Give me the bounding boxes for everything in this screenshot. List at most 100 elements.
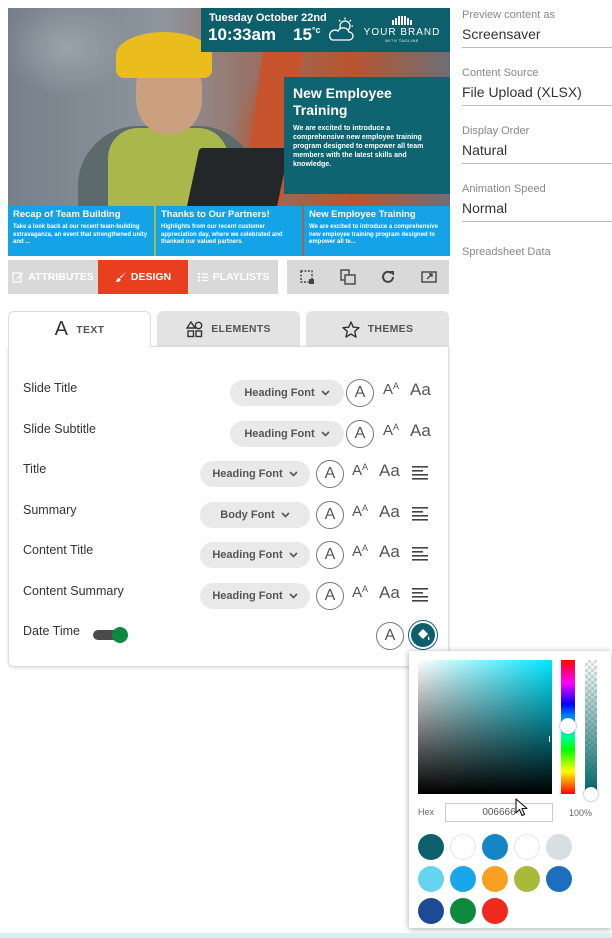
color-swatch[interactable]: [418, 866, 444, 892]
font-select[interactable]: Body Font: [200, 502, 310, 528]
text-align-icon[interactable]: [412, 507, 428, 521]
text-color-button[interactable]: A: [316, 460, 344, 488]
text-color-button[interactable]: A: [316, 541, 344, 569]
hue-knob[interactable]: [560, 718, 576, 734]
size-a-small: A: [393, 381, 400, 391]
font-select-value: Body Font: [220, 509, 275, 521]
row-label: Date Time: [23, 624, 80, 638]
color-swatch[interactable]: [450, 866, 476, 892]
color-swatch[interactable]: [450, 898, 476, 924]
text-color-button[interactable]: A: [346, 420, 374, 448]
saturation-value-area[interactable]: [418, 660, 552, 794]
text-row-title: Title Heading Font A AA Aa: [9, 458, 450, 488]
font-select-value: Heading Font: [212, 549, 283, 561]
tab-elements-label: ELEMENTS: [211, 323, 271, 335]
swatch-grid: [418, 834, 608, 924]
fullscreen-button[interactable]: [418, 266, 440, 288]
font-select[interactable]: Heading Font: [230, 380, 344, 406]
font-size-button[interactable]: AA: [352, 543, 368, 560]
alpha-knob[interactable]: [584, 787, 598, 801]
text-align-icon[interactable]: [412, 466, 428, 480]
tile-title: New Employee Training: [309, 209, 416, 220]
sv-cursor[interactable]: [549, 736, 553, 742]
brand-tagline: WITH TAGLINE: [384, 38, 420, 43]
size-a-small: A: [362, 503, 369, 513]
brand-name: YOUR BRAND: [363, 27, 441, 38]
color-swatch[interactable]: [546, 834, 572, 860]
list-icon: [197, 273, 208, 282]
tab-text[interactable]: A TEXT: [8, 311, 151, 347]
expand-icon: [421, 271, 437, 283]
color-swatch[interactable]: [482, 834, 508, 860]
font-select[interactable]: Heading Font: [200, 542, 310, 568]
color-swatch[interactable]: [514, 834, 540, 860]
color-swatch[interactable]: [418, 898, 444, 924]
attributes-button[interactable]: ATTRIBUTES: [8, 260, 98, 294]
font-size-button[interactable]: AA: [383, 381, 399, 398]
tile-text: We are excited to introduce a comprehens…: [309, 224, 438, 245]
text-row-slide-subtitle: Slide Subtitle Heading Font A AA Aa: [9, 418, 450, 448]
weather-cloud-sun-icon: [328, 17, 354, 41]
text-row-content-title: Content Title Heading Font A AA Aa: [9, 539, 450, 569]
row-label: Summary: [23, 503, 77, 517]
color-swatch[interactable]: [418, 834, 444, 860]
toggle-knob: [112, 627, 128, 643]
field-label: Animation Speed: [462, 183, 546, 195]
font-size-button[interactable]: AA: [352, 503, 368, 520]
playlists-button[interactable]: PLAYLISTS: [188, 260, 278, 294]
text-color-button[interactable]: A: [316, 501, 344, 529]
font-size-button[interactable]: AA: [383, 422, 399, 439]
text-case-button[interactable]: Aa: [379, 583, 400, 603]
text-case-button[interactable]: Aa: [410, 380, 431, 400]
field-value: File Upload (XLSX): [462, 84, 612, 106]
fill-color-button[interactable]: [409, 621, 437, 649]
feature-text: We are excited to introduce a comprehens…: [293, 125, 424, 168]
spreadsheet-data-field[interactable]: Spreadsheet Data: [462, 246, 612, 258]
text-align-icon[interactable]: [412, 547, 428, 561]
font-size-button[interactable]: AA: [352, 462, 368, 479]
chevron-down-icon: [289, 593, 298, 599]
text-color-button[interactable]: A: [316, 582, 344, 610]
color-swatch[interactable]: [482, 898, 508, 924]
font-select[interactable]: Heading Font: [200, 583, 310, 609]
color-swatch[interactable]: [546, 866, 572, 892]
tab-elements[interactable]: ELEMENTS: [157, 311, 300, 347]
refresh-icon: [382, 270, 395, 283]
layers-button[interactable]: [337, 266, 359, 288]
alpha-slider[interactable]: [585, 660, 597, 794]
date-time-toggle[interactable]: [93, 627, 128, 643]
text-case-button[interactable]: Aa: [410, 421, 431, 441]
font-size-button[interactable]: AA: [352, 584, 368, 601]
hex-input[interactable]: [445, 803, 553, 822]
text-case-button[interactable]: Aa: [379, 502, 400, 522]
content-source-field[interactable]: Content Source File Upload (XLSX): [462, 67, 612, 106]
text-case-button[interactable]: Aa: [379, 461, 400, 481]
font-select-value: Heading Font: [212, 468, 283, 480]
preview-as-field[interactable]: Preview content as Screensaver: [462, 9, 612, 48]
crop-button[interactable]: [296, 266, 318, 288]
preview-date: Tuesday October 22nd: [209, 12, 327, 24]
color-swatch[interactable]: [482, 866, 508, 892]
temperature-unit: °c: [311, 25, 321, 35]
feature-card: New Employee Training We are excited to …: [284, 77, 450, 194]
size-a-big: A: [352, 543, 363, 560]
playlists-label: PLAYLISTS: [212, 271, 270, 283]
font-select[interactable]: Heading Font: [200, 461, 310, 487]
refresh-button[interactable]: [377, 266, 399, 288]
display-order-field[interactable]: Display Order Natural: [462, 125, 612, 164]
text-color-button[interactable]: A: [346, 379, 374, 407]
size-a-big: A: [352, 462, 363, 479]
preview-temperature: 15°c: [293, 25, 321, 45]
font-select[interactable]: Heading Font: [230, 421, 344, 447]
color-swatch[interactable]: [514, 866, 540, 892]
text-color-button[interactable]: A: [376, 622, 404, 650]
size-a-small: A: [362, 584, 369, 594]
design-button[interactable]: DESIGN: [98, 260, 188, 294]
color-swatch[interactable]: [450, 834, 476, 860]
tab-themes[interactable]: THEMES: [306, 311, 449, 347]
animation-speed-field[interactable]: Animation Speed Normal: [462, 183, 612, 222]
text-align-icon[interactable]: [412, 588, 428, 602]
text-case-button[interactable]: Aa: [379, 542, 400, 562]
paintbrush-icon: [115, 272, 126, 282]
row-label: Slide Subtitle: [23, 422, 96, 436]
